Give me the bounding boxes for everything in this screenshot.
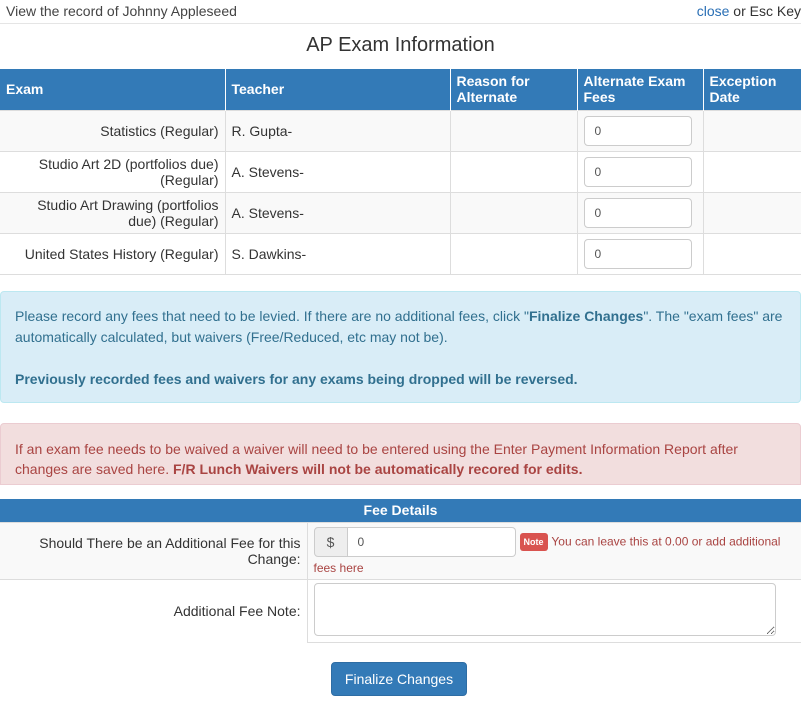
note-badge: Note xyxy=(519,532,548,551)
alternate-fee-input[interactable] xyxy=(583,197,692,228)
reason-cell xyxy=(450,232,578,275)
additional-fee-cell: $ Note You can leave this at 0.00 or add… xyxy=(307,521,801,579)
additional-fee-group: $ xyxy=(313,526,516,557)
table-row: Studio Art 2D (portfolios due) (Regular)… xyxy=(0,150,801,192)
alternate-fee-input[interactable] xyxy=(583,115,692,146)
additional-fee-note-label: Additional Fee Note: xyxy=(0,578,308,642)
col-header-alt-fees: Alternate Exam Fees xyxy=(577,69,704,110)
close-hint-suffix: or Esc Key xyxy=(729,3,801,19)
exception-date-cell xyxy=(703,150,801,192)
teacher-name: A. Stevens- xyxy=(225,191,451,233)
exception-date-cell xyxy=(703,109,801,151)
reason-cell xyxy=(450,109,578,151)
info-text-before: Please record any fees that need to be l… xyxy=(15,308,529,324)
table-row: Statistics (Regular) R. Gupta- xyxy=(0,109,801,151)
exam-name: Studio Art Drawing (portfolios due) (Reg… xyxy=(0,191,226,233)
table-row: United States History (Regular) S. Dawki… xyxy=(0,232,801,275)
modal-header: View the record of Johnny Appleseed clos… xyxy=(0,0,801,24)
note-cell xyxy=(307,578,801,643)
teacher-name: S. Dawkins- xyxy=(225,232,451,275)
exception-date-cell xyxy=(703,191,801,233)
exception-date-cell xyxy=(703,232,801,275)
table-row: Studio Art Drawing (portfolios due) (Reg… xyxy=(0,191,801,233)
info-alert: Please record any fees that need to be l… xyxy=(0,291,801,403)
alternate-fee-input[interactable] xyxy=(583,238,692,269)
col-header-reason: Reason for Alternate xyxy=(450,69,578,110)
info-alert-text: Please record any fees that need to be l… xyxy=(15,306,786,348)
col-header-exam: Exam xyxy=(0,69,226,110)
reason-cell xyxy=(450,150,578,192)
exam-table: Exam Teacher Reason for Alternate Altern… xyxy=(0,69,801,275)
teacher-name: R. Gupta- xyxy=(225,109,451,151)
exam-table-header: Exam Teacher Reason for Alternate Altern… xyxy=(0,69,801,110)
danger-alert-bold: F/R Lunch Waivers will not be automatica… xyxy=(173,461,583,477)
exam-name: Statistics (Regular) xyxy=(0,109,226,151)
col-header-exception-date: Exception Date xyxy=(703,69,801,110)
reason-cell xyxy=(450,191,578,233)
teacher-name: A. Stevens- xyxy=(225,150,451,192)
page-title: AP Exam Information xyxy=(306,34,495,56)
alternate-fee-input[interactable] xyxy=(583,156,692,187)
fee-details-table: Fee Details Should There be an Additiona… xyxy=(0,499,801,643)
finalize-changes-button[interactable]: Finalize Changes xyxy=(331,662,467,696)
exam-name: United States History (Regular) xyxy=(0,232,226,275)
note-row: Additional Fee Note: xyxy=(0,578,801,643)
additional-fee-note-textarea[interactable] xyxy=(313,582,776,636)
fee-cell xyxy=(577,232,704,275)
fee-cell xyxy=(577,150,704,192)
info-alert-bold-line: Previously recorded fees and waivers for… xyxy=(15,371,578,387)
finalize-reference: Finalize Changes xyxy=(528,308,644,324)
additional-fee-input[interactable] xyxy=(347,526,516,557)
close-hint: close or Esc Key xyxy=(697,0,801,22)
currency-addon: $ xyxy=(313,526,348,557)
additional-fee-row: Should There be an Additional Fee for th… xyxy=(0,521,801,579)
col-header-teacher: Teacher xyxy=(225,69,451,110)
additional-fee-label: Should There be an Additional Fee for th… xyxy=(0,521,308,579)
fee-cell xyxy=(577,109,704,151)
fee-cell xyxy=(577,191,704,233)
danger-alert: If an exam fee needs to be waived a waiv… xyxy=(0,423,801,485)
exam-name: Studio Art 2D (portfolios due) (Regular) xyxy=(0,150,226,192)
fee-details-heading: Fee Details xyxy=(0,499,801,522)
close-link[interactable]: close xyxy=(697,3,730,19)
record-title: View the record of Johnny Appleseed xyxy=(6,3,237,19)
